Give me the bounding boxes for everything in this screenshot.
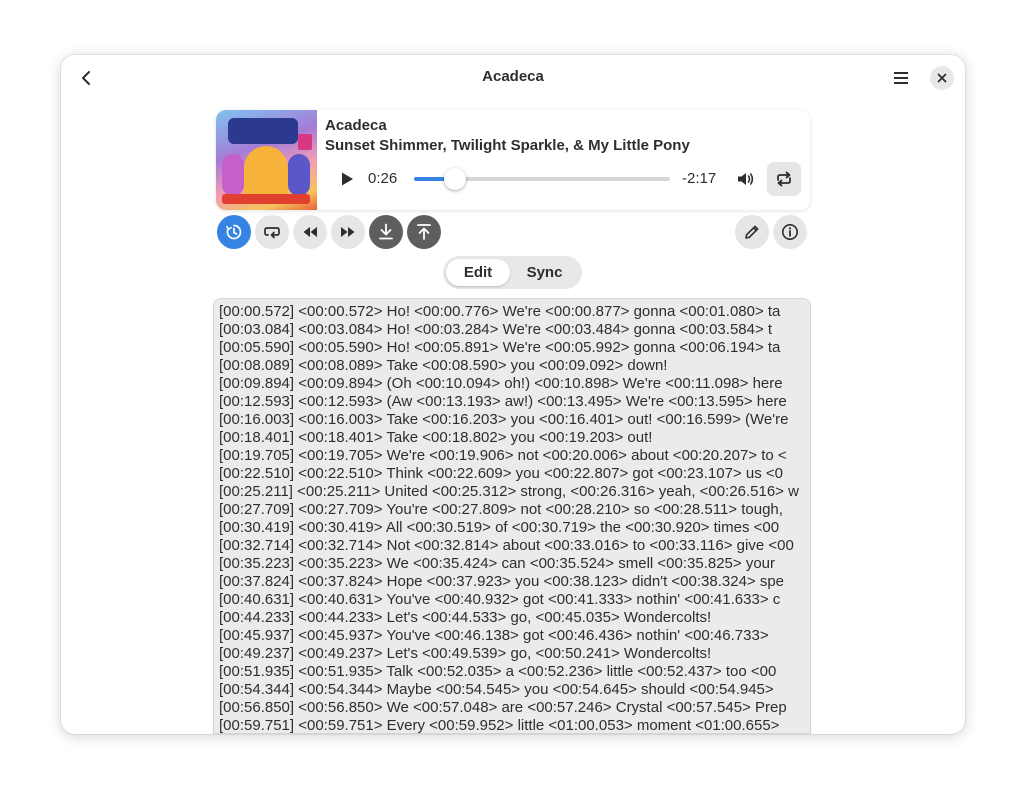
lyric-line: [00:40.631] <00:40.631> You've <00:40.93…	[219, 591, 781, 608]
download-button[interactable]	[369, 215, 403, 249]
current-time: 0:26	[368, 170, 398, 187]
close-button[interactable]	[930, 66, 954, 90]
lyric-line: [00:59.751] <00:59.751> Every <00:59.952…	[219, 717, 780, 734]
window-title: Acadeca	[482, 68, 544, 85]
lyric-line: [00:51.935] <00:51.935> Talk <00:52.035>…	[219, 663, 777, 680]
lyric-line: [00:05.590] <00:05.590> Ho! <00:05.891> …	[219, 339, 781, 356]
album-cover	[216, 110, 317, 210]
repeat-icon	[777, 171, 791, 187]
edit-mode-button[interactable]: Edit	[446, 259, 510, 286]
lyric-line: [00:12.593] <00:12.593> (Aw <00:13.193> …	[219, 393, 787, 410]
lyric-line: [00:32.714] <00:32.714> Not <00:32.814> …	[219, 537, 794, 554]
seek-slider[interactable]	[414, 168, 670, 190]
upload-button[interactable]	[407, 215, 441, 249]
download-icon	[379, 223, 393, 240]
pencil-icon	[745, 225, 759, 239]
fast-forward-icon	[341, 227, 355, 237]
hamburger-menu-icon	[894, 72, 908, 84]
volume-icon	[738, 173, 754, 185]
mode-switcher: Edit Sync	[443, 256, 582, 289]
fast-forward-button[interactable]	[331, 215, 365, 249]
track-artist: Sunset Shimmer, Twilight Sparkle, & My L…	[325, 137, 690, 154]
track-title: Acadeca	[325, 117, 387, 134]
player-card: Acadeca Sunset Shimmer, Twilight Sparkle…	[216, 110, 810, 210]
lyric-line: [00:45.937] <00:45.937> You've <00:46.13…	[219, 627, 769, 644]
lyric-line: [00:08.089] <00:08.089> Take <00:08.590>…	[219, 357, 668, 374]
lyric-line: [00:03.084] <00:03.084> Ho! <00:03.284> …	[219, 321, 773, 338]
loop-icon	[264, 227, 280, 239]
timer-icon	[226, 224, 242, 240]
info-icon	[782, 224, 798, 240]
loop-button[interactable]	[255, 215, 289, 249]
lyric-line: [00:27.709] <00:27.709> You're <00:27.80…	[219, 501, 783, 518]
lyric-line: [00:44.233] <00:44.233> Let's <00:44.533…	[219, 609, 712, 626]
lyric-line: [00:49.237] <00:49.237> Let's <00:49.539…	[219, 645, 712, 662]
play-icon	[342, 172, 353, 186]
lyric-line: [00:56.850] <00:56.850> We <00:57.048> a…	[219, 699, 787, 716]
lyric-line: [00:22.510] <00:22.510> Think <00:22.609…	[219, 465, 783, 482]
info-button[interactable]	[773, 215, 807, 249]
lyric-line: [00:18.401] <00:18.401> Take <00:18.802>…	[219, 429, 653, 446]
lyric-line: [00:54.344] <00:54.344> Maybe <00:54.545…	[219, 681, 774, 698]
lyric-line: [00:25.211] <00:25.211> United <00:25.31…	[219, 483, 799, 500]
repeat-toggle[interactable]	[767, 162, 801, 196]
play-button[interactable]	[335, 167, 359, 191]
edit-metadata-button[interactable]	[735, 215, 769, 249]
rewind-button[interactable]	[293, 215, 327, 249]
lyric-line: [00:35.223] <00:35.223> We <00:35.424> c…	[219, 555, 776, 572]
lyric-line: [00:19.705] <00:19.705> We're <00:19.906…	[219, 447, 787, 464]
lyrics-editor[interactable]: [00:00.572] <00:00.572> Ho! <00:00.776> …	[213, 298, 811, 734]
lyric-line: [00:16.003] <00:16.003> Take <00:16.203>…	[219, 411, 789, 428]
lyric-line: [00:30.419] <00:30.419> All <00:30.519> …	[219, 519, 780, 536]
lyric-line: [00:09.894] <00:09.894> (Oh <00:10.094> …	[219, 375, 783, 392]
seek-handle[interactable]	[443, 168, 466, 190]
main-menu-button[interactable]	[886, 63, 916, 93]
sync-mode-button[interactable]: Sync	[510, 259, 579, 286]
lyric-line: [00:00.572] <00:00.572> Ho! <00:00.776> …	[219, 303, 781, 320]
volume-button[interactable]	[734, 167, 758, 191]
close-icon	[937, 73, 947, 83]
lyric-line: [00:37.824] <00:37.824> Hope <00:37.923>…	[219, 573, 785, 590]
timer-button[interactable]	[217, 215, 251, 249]
rewind-icon	[303, 227, 317, 237]
header-bar: Acadeca	[61, 55, 965, 101]
remaining-time: -2:17	[682, 170, 717, 187]
app-window: Acadeca Acadeca Sunset Shimmer, Twilight…	[61, 55, 965, 734]
upload-icon	[417, 224, 431, 240]
